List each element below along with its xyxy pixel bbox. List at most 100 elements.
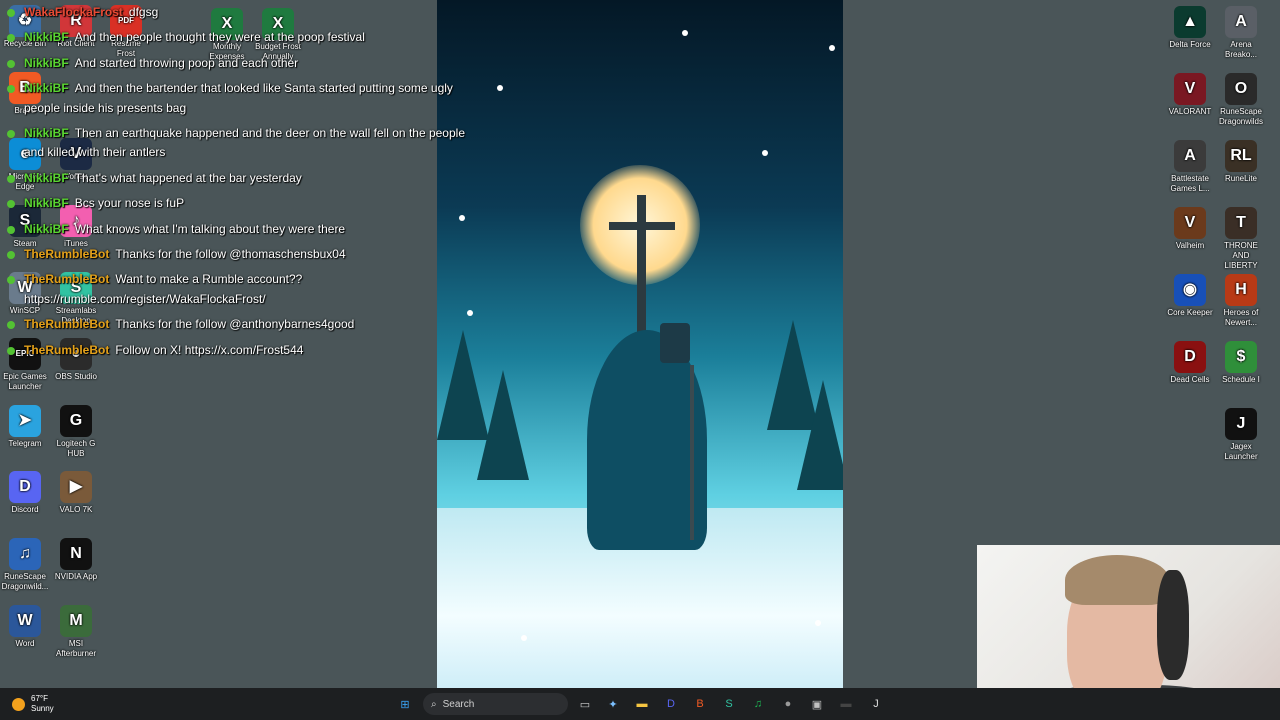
desktop-icon-label: Heroes of Newert... xyxy=(1223,308,1259,327)
chat-text: Thanks for the follow @thomaschensbux04 xyxy=(115,247,346,262)
file-explorer-button[interactable]: ▬ xyxy=(632,694,652,714)
chat-badge-icon xyxy=(7,346,15,355)
desktop-icon-label: Telegram xyxy=(8,439,42,448)
chat-message: TheRumbleBot Thanks for the follow @thoma… xyxy=(0,242,480,267)
chat-message: WakaFlockaFrost dfgsg xyxy=(0,0,480,25)
desktop-icon-label: RuneLite xyxy=(1224,174,1258,183)
valorant-icon: V xyxy=(1174,73,1206,105)
spotify-taskbar-button[interactable]: ♫ xyxy=(748,694,768,714)
chat-username: TheRumbleBot xyxy=(24,247,110,262)
chat-message: TheRumbleBot Want to make a Rumble accoun… xyxy=(0,267,480,292)
weather-temp: 67°F xyxy=(31,694,48,703)
task-view-button[interactable]: ▭ xyxy=(575,694,595,714)
throne-liberty-icon: T xyxy=(1225,207,1257,239)
snowflake xyxy=(829,45,835,51)
chat-text: dfgsg xyxy=(128,5,159,19)
weather-desc: Sunny xyxy=(31,704,54,713)
discord-taskbar-button[interactable]: D xyxy=(661,694,681,714)
desktop-icon-label: Arena Breako... xyxy=(1224,40,1257,59)
chat-message: NikkiBF And then the bartender that looke… xyxy=(0,76,480,101)
chat-text: Follow on X! https://x.com/Frost544 xyxy=(115,342,304,357)
chat-text: Then an earthquake happened and the deer… xyxy=(74,126,465,141)
desktop-icon[interactable]: T THRONE AND LIBERTY xyxy=(1216,207,1266,271)
terminal-taskbar-button[interactable]: ▬ xyxy=(836,694,856,714)
desktop-icon[interactable]: W Word xyxy=(0,605,50,649)
valheim-icon: V xyxy=(1174,207,1206,239)
snowflake xyxy=(682,30,688,36)
desktop-icon[interactable]: ♫ RuneScape Dragonwild... xyxy=(0,538,50,592)
chat-badge-icon xyxy=(7,85,15,94)
chat-badge-icon xyxy=(7,276,15,285)
chat-badge-icon xyxy=(7,200,15,209)
chat-message: NikkiBF Then an earthquake happened and t… xyxy=(0,121,480,146)
desktop-icon[interactable]: J Jagex Launcher xyxy=(1216,408,1266,462)
desktop-icon[interactable]: A Arena Breako... xyxy=(1216,6,1266,60)
desktop-icon-label: RuneScape Dragonwild... xyxy=(1,572,49,591)
desktop-icon[interactable]: ➤ Telegram xyxy=(0,405,50,449)
snowflake xyxy=(521,635,527,641)
obs-taskbar-button[interactable]: ● xyxy=(778,694,798,714)
desktop-icon[interactable]: V Valheim xyxy=(1165,207,1215,251)
chat-message: NikkiBF Bcs your nose is fuP xyxy=(0,191,480,216)
headset-icon xyxy=(1157,570,1189,680)
desktop-icon-label: MSI Afterburner xyxy=(55,639,97,658)
start-button[interactable]: ⊞ xyxy=(395,694,415,714)
chat-username: NikkiBF xyxy=(24,55,69,70)
weather-widget[interactable]: 67°F Sunny xyxy=(12,694,54,714)
runescape-icon: ♫ xyxy=(9,538,41,570)
chat-message: NikkiBF And then people thought they were… xyxy=(0,25,480,50)
streamlabs-taskbar-button[interactable]: S xyxy=(719,694,739,714)
chat-badge-icon xyxy=(7,225,15,234)
knight-sword xyxy=(690,365,694,540)
video-file-icon: ▶ xyxy=(60,471,92,503)
desktop-icon-label: Core Keeper xyxy=(1167,308,1213,317)
desktop-icon[interactable]: ▶ VALO 7K xyxy=(51,471,101,515)
chat-username: NikkiBF xyxy=(24,126,69,141)
chat-text: Thanks for the follow @anthonybarnes4goo… xyxy=(115,317,355,332)
app-taskbar-button[interactable]: ▣ xyxy=(807,694,827,714)
snowflake xyxy=(815,620,821,626)
desktop-icon[interactable]: V VALORANT xyxy=(1165,73,1215,117)
desktop-icon-label: Jagex Launcher xyxy=(1224,442,1258,461)
streamer-hair xyxy=(1065,555,1169,605)
cross-vertical xyxy=(637,195,646,335)
jagex-taskbar-button[interactable]: J xyxy=(866,694,886,714)
desktop-icon[interactable]: D Dead Cells xyxy=(1165,341,1215,385)
knight-helmet xyxy=(660,323,690,363)
taskbar: 67°F Sunny ⌕ Search ⊞ ▭ ✦ ▬ D B S ♫ ● ▣ ▬ J xyxy=(0,688,1280,720)
desktop-icon[interactable]: M MSI Afterburner xyxy=(51,605,101,659)
desktop-icon[interactable]: D Discord xyxy=(0,471,50,515)
brave-taskbar-button[interactable]: B xyxy=(690,694,710,714)
chat-text: Bcs your nose is fuP xyxy=(74,196,185,211)
dead-cells-icon: D xyxy=(1174,341,1206,373)
chat-text: And then people thought they were at the… xyxy=(74,30,365,45)
chat-username: NikkiBF xyxy=(24,81,69,96)
desktop-icon[interactable]: N NVIDIA App xyxy=(51,538,101,582)
desktop-icon-label: Schedule I xyxy=(1222,375,1260,384)
desktop-icon[interactable]: ◉ Core Keeper xyxy=(1165,274,1215,318)
pine-tree xyxy=(477,370,529,480)
desktop-icon[interactable]: ▲ Delta Force xyxy=(1165,6,1215,50)
cross-horizontal xyxy=(609,222,675,230)
desktop-icon[interactable]: H Heroes of Newert... xyxy=(1216,274,1266,328)
desktop-icon-label: VALORANT xyxy=(1168,107,1212,116)
chat-username: NikkiBF xyxy=(24,196,69,211)
search-icon: ⌕ xyxy=(431,698,437,710)
kneeling-knight xyxy=(587,330,707,550)
taskbar-search[interactable]: ⌕ Search xyxy=(423,693,568,715)
chat-username: WakaFlockaFrost xyxy=(24,5,123,19)
copilot-button[interactable]: ✦ xyxy=(603,694,623,714)
desktop-icon[interactable]: O RuneScape Dragonwilds xyxy=(1216,73,1266,127)
chat-username: NikkiBF xyxy=(24,221,69,236)
desktop-icon[interactable]: G Logitech G HUB xyxy=(51,405,101,459)
chat-text: That's what happened at the bar yesterda… xyxy=(74,170,302,185)
desktop-icon-label: THRONE AND LIBERTY xyxy=(1224,241,1258,270)
snowflake xyxy=(497,85,503,91)
chat-username: NikkiBF xyxy=(24,170,69,185)
desktop-icon[interactable]: $ Schedule I xyxy=(1216,341,1266,385)
chat-badge-icon xyxy=(7,34,15,43)
desktop-icon-label: Logitech G HUB xyxy=(56,439,96,458)
desktop-icon[interactable]: A Battlestate Games L... xyxy=(1165,140,1215,194)
chat-message: NikkiBF What knows what I'm talking about… xyxy=(0,217,480,242)
desktop-icon[interactable]: RL RuneLite xyxy=(1216,140,1266,184)
